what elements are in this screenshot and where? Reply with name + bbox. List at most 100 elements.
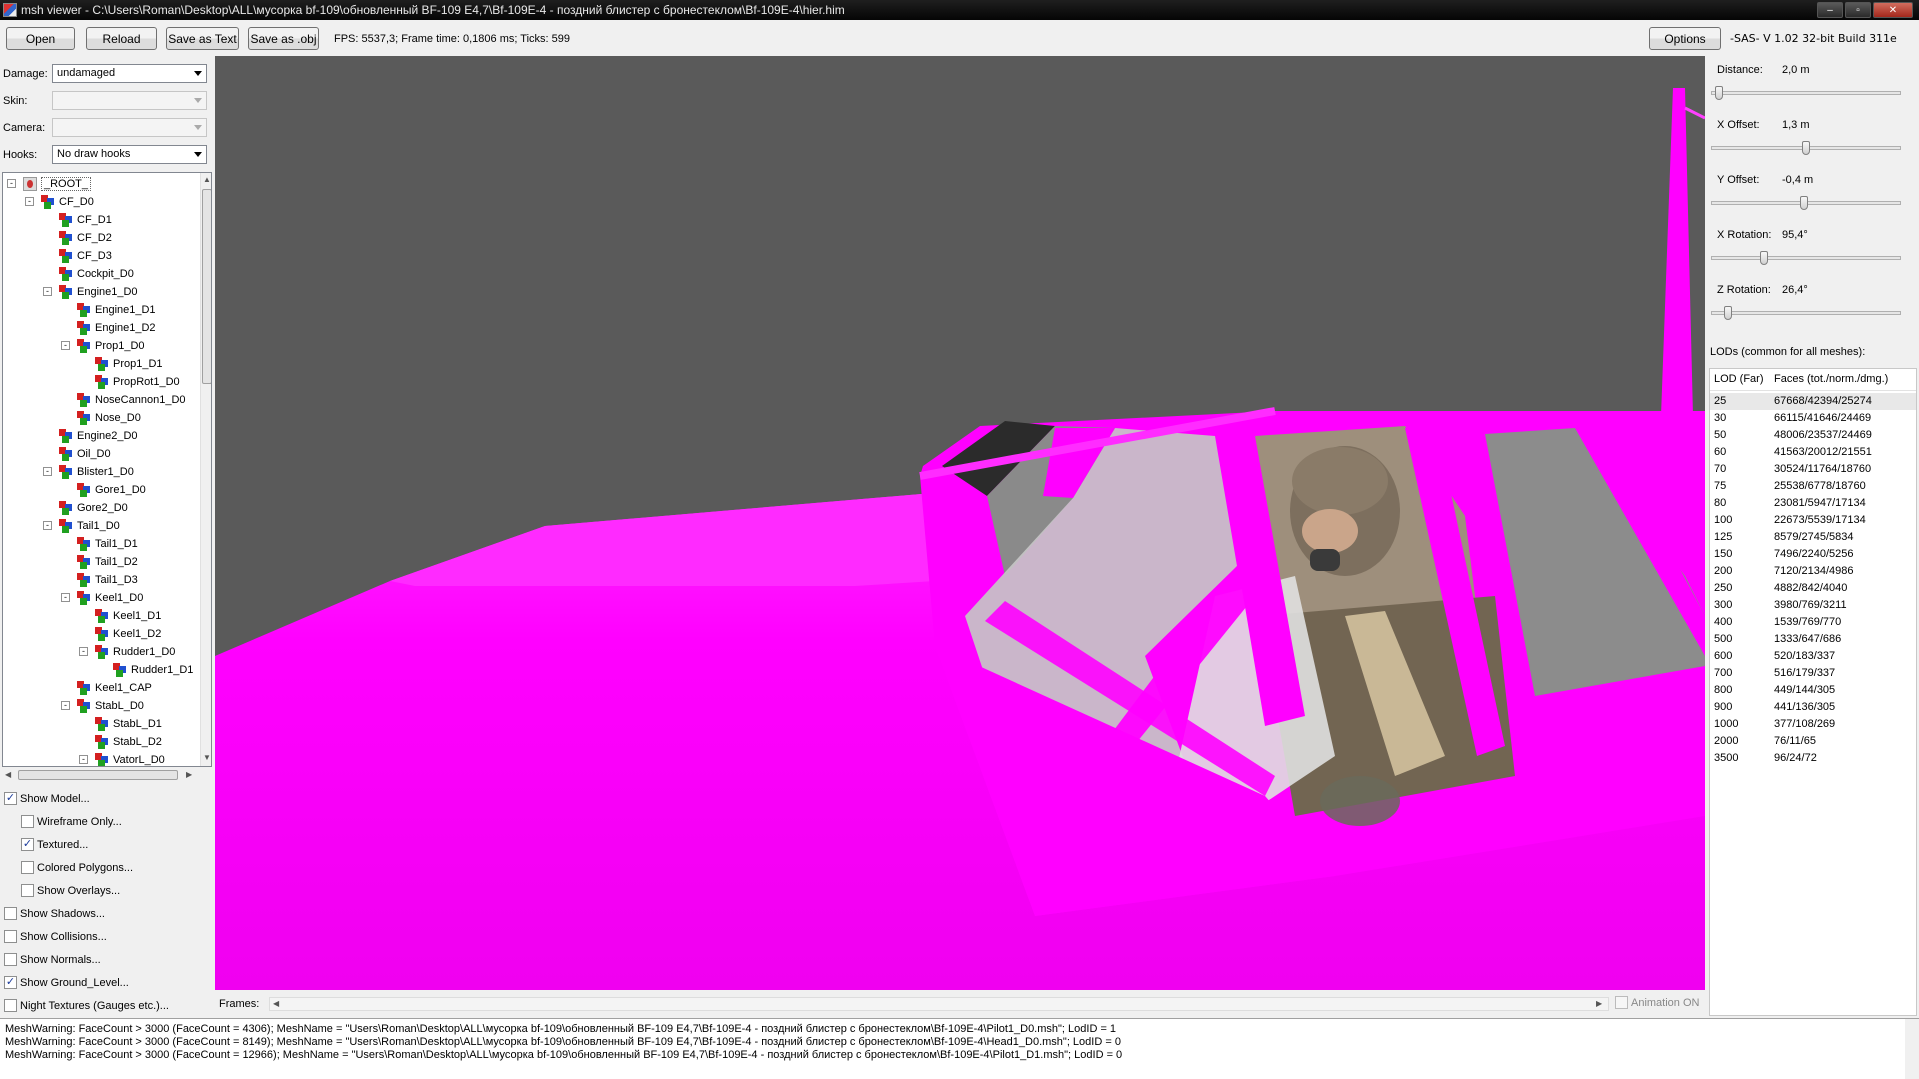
tree-node[interactable]: CF_D2: [59, 229, 112, 247]
tree-node[interactable]: PropRot1_D0: [95, 373, 180, 391]
tree-expander[interactable]: -: [61, 341, 70, 350]
lod-row[interactable]: 600 520/183/337: [1710, 648, 1916, 665]
slider-track[interactable]: [1711, 251, 1901, 265]
damage-select[interactable]: undamaged: [52, 64, 207, 83]
lod-row[interactable]: 150 7496/2240/5256: [1710, 546, 1916, 563]
slider-track[interactable]: [1711, 141, 1901, 155]
option-checkbox[interactable]: Night Textures (Gauges etc.)...: [4, 999, 169, 1012]
option-checkbox[interactable]: Colored Polygons...: [21, 861, 133, 874]
tree-node[interactable]: Nose_D0: [77, 409, 141, 427]
lod-row[interactable]: 500 1333/647/686: [1710, 631, 1916, 648]
tree-node[interactable]: Gore2_D0: [59, 499, 128, 517]
reload-button[interactable]: Reload: [86, 27, 157, 50]
animation-toggle[interactable]: Animation ON: [1615, 996, 1699, 1009]
checkbox-box[interactable]: [21, 884, 34, 897]
lod-row[interactable]: 100 22673/5539/17134: [1710, 512, 1916, 529]
tree-expander[interactable]: -: [61, 593, 70, 602]
tree-hscroll-thumb[interactable]: [18, 770, 178, 780]
checkbox-box[interactable]: [4, 907, 17, 920]
lod-row[interactable]: 75 25538/6778/18760: [1710, 478, 1916, 495]
tree-node[interactable]: VatorL_D0: [95, 751, 165, 766]
lod-row[interactable]: 3500 96/24/72: [1710, 750, 1916, 767]
lod-row[interactable]: 700 516/179/337: [1710, 665, 1916, 682]
tree-expander[interactable]: -: [43, 287, 52, 296]
option-checkbox[interactable]: Wireframe Only...: [21, 815, 122, 828]
tree-expander[interactable]: -: [61, 701, 70, 710]
lod-row[interactable]: 900 441/136/305: [1710, 699, 1916, 716]
tree-node[interactable]: Gore1_D0: [77, 481, 146, 499]
lod-header-far[interactable]: LOD (Far): [1714, 373, 1764, 385]
lod-row[interactable]: 250 4882/842/4040: [1710, 580, 1916, 597]
animation-checkbox[interactable]: [1615, 996, 1628, 1009]
tree-vertical-scrollbar[interactable]: ▲ ▼: [200, 173, 211, 766]
checkbox-box[interactable]: [4, 999, 17, 1012]
3d-viewport[interactable]: [215, 56, 1705, 990]
slider-track[interactable]: [1711, 86, 1901, 100]
tree-node[interactable]: Prop1_D1: [95, 355, 163, 373]
message-log[interactable]: MeshWarning: FaceCount > 3000 (FaceCount…: [0, 1018, 1919, 1079]
lod-row[interactable]: 2000 76/11/65: [1710, 733, 1916, 750]
checkmark-icon[interactable]: ✓: [4, 792, 17, 805]
open-button[interactable]: Open: [6, 27, 75, 50]
lod-row[interactable]: 60 41563/20012/21551: [1710, 444, 1916, 461]
tree-node[interactable]: CF_D1: [59, 211, 112, 229]
scroll-left-icon[interactable]: ◀: [273, 999, 279, 1008]
scroll-right-icon[interactable]: ▶: [1596, 999, 1602, 1008]
tree-node[interactable]: CF_D3: [59, 247, 112, 265]
tree-node[interactable]: Keel1_D1: [95, 607, 161, 625]
option-checkbox[interactable]: Show Shadows...: [4, 907, 105, 920]
lod-row[interactable]: 200 7120/2134/4986: [1710, 563, 1916, 580]
lod-row[interactable]: 125 8579/2745/5834: [1710, 529, 1916, 546]
option-checkbox[interactable]: Show Collisions...: [4, 930, 107, 943]
mesh-tree[interactable]: - _ROOT_ - CF_D0 CF_D1 CF_D2 CF_D3 Cockpit_D0- E…: [2, 172, 212, 767]
scroll-right-icon[interactable]: ▶: [186, 770, 192, 779]
tree-node[interactable]: Engine1_D2: [77, 319, 156, 337]
tree-node[interactable]: Keel1_D2: [95, 625, 161, 643]
tree-node[interactable]: StabL_D0: [77, 697, 144, 715]
tree-node[interactable]: Engine1_D0: [59, 283, 138, 301]
tree-node[interactable]: Tail1_D2: [77, 553, 138, 571]
slider-knob[interactable]: [1715, 86, 1723, 100]
tree-node[interactable]: Prop1_D0: [77, 337, 145, 355]
frames-slider[interactable]: ◀ ▶: [269, 997, 1609, 1011]
log-scrollbar[interactable]: [1905, 1019, 1919, 1079]
lod-row[interactable]: 400 1539/769/770: [1710, 614, 1916, 631]
tree-node[interactable]: Blister1_D0: [59, 463, 134, 481]
maximize-button[interactable]: ▫: [1845, 2, 1871, 18]
slider-knob[interactable]: [1724, 306, 1732, 320]
option-checkbox[interactable]: Show Normals...: [4, 953, 101, 966]
tree-node[interactable]: Engine2_D0: [59, 427, 138, 445]
checkbox-box[interactable]: [21, 815, 34, 828]
checkbox-box[interactable]: [4, 953, 17, 966]
save-as-text-button[interactable]: Save as Text: [166, 27, 239, 50]
tree-scroll-thumb[interactable]: [202, 189, 211, 384]
lod-row[interactable]: 25 67668/42394/25274: [1710, 393, 1916, 410]
scroll-left-icon[interactable]: ◀: [5, 770, 11, 779]
tree-expander[interactable]: -: [79, 755, 88, 764]
tree-node[interactable]: NoseCannon1_D0: [77, 391, 186, 409]
checkmark-icon[interactable]: ✓: [4, 976, 17, 989]
tree-node[interactable]: StabL_D2: [95, 733, 162, 751]
tree-node[interactable]: Engine1_D1: [77, 301, 156, 319]
tree-node[interactable]: Rudder1_D0: [95, 643, 175, 661]
hooks-select[interactable]: No draw hooks: [52, 145, 207, 164]
lod-row[interactable]: 50 48006/23537/24469: [1710, 427, 1916, 444]
tree-node[interactable]: Tail1_D0: [59, 517, 120, 535]
slider-track[interactable]: [1711, 306, 1901, 320]
slider-knob[interactable]: [1800, 196, 1808, 210]
tree-node[interactable]: Keel1_D0: [77, 589, 143, 607]
tree-expander[interactable]: -: [79, 647, 88, 656]
skin-select[interactable]: [52, 91, 207, 110]
lod-header-faces[interactable]: Faces (tot./norm./dmg.): [1774, 373, 1888, 385]
tree-node[interactable]: Oil_D0: [59, 445, 111, 463]
tree-node[interactable]: Cockpit_D0: [59, 265, 134, 283]
options-button[interactable]: Options: [1649, 27, 1721, 50]
tree-node[interactable]: _ROOT_: [23, 175, 92, 193]
tree-node[interactable]: CF_D0: [41, 193, 94, 211]
camera-select[interactable]: [52, 118, 207, 137]
tree-expander[interactable]: -: [43, 521, 52, 530]
slider-track[interactable]: [1711, 196, 1901, 210]
tree-expander[interactable]: -: [7, 179, 16, 188]
minimize-button[interactable]: –: [1817, 2, 1843, 18]
close-button[interactable]: ✕: [1873, 2, 1913, 18]
